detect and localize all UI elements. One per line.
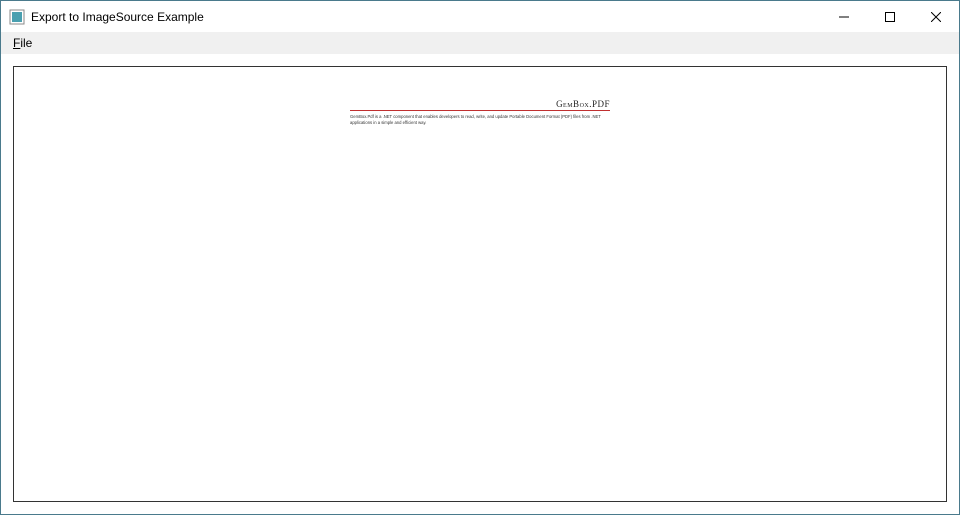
menu-file-rest: ile: [20, 36, 32, 50]
document-heading: GemBox.PDF: [350, 99, 610, 111]
menu-file[interactable]: File: [7, 34, 38, 52]
image-preview: GemBox.PDF GemBox.Pdf is a .NET componen…: [13, 66, 947, 502]
window-title: Export to ImageSource Example: [31, 10, 821, 24]
close-button[interactable]: [913, 1, 959, 32]
minimize-button[interactable]: [821, 1, 867, 32]
menubar: File: [1, 32, 959, 54]
document-body: GemBox.Pdf is a .NET component that enab…: [350, 114, 610, 125]
content-area: GemBox.PDF GemBox.Pdf is a .NET componen…: [1, 54, 959, 514]
window-controls: [821, 1, 959, 32]
titlebar: Export to ImageSource Example: [1, 1, 959, 32]
app-icon: [9, 9, 25, 25]
document-content: GemBox.PDF GemBox.Pdf is a .NET componen…: [350, 99, 610, 125]
maximize-button[interactable]: [867, 1, 913, 32]
